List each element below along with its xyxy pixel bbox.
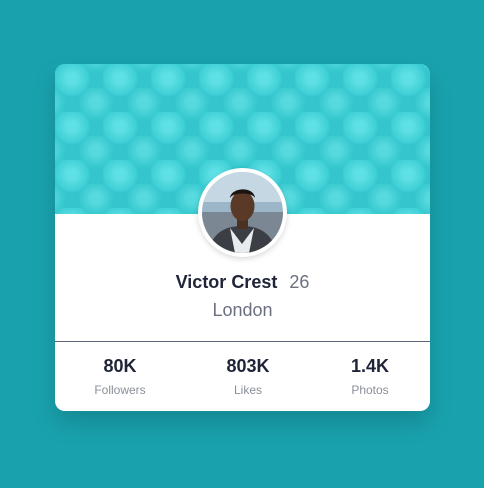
avatar-photo [202,172,283,253]
profile-age: 26 [289,272,310,292]
avatar [198,168,287,257]
profile-name: Victor Crest [175,272,278,292]
stat-photos: 1.4K Photos [315,354,425,398]
profile-identity: Victor Crest 26 London [55,270,430,322]
profile-city: London [212,300,273,320]
stat-value: 80K [103,356,137,376]
stat-likes: 803K Likes [193,354,303,398]
stats-row: 80K Followers 803K Likes 1.4K Photos [55,354,430,404]
name-line: Victor Crest 26 [55,270,430,294]
stat-label: Likes [233,383,262,397]
divider [55,341,430,342]
stat-value: 1.4K [350,356,390,376]
stat-label: Photos [351,383,389,397]
profile-card: Victor Crest 26 London 80K Followers 803K… [55,64,430,411]
stat-label: Followers [94,383,146,397]
stat-followers: 80K Followers [65,354,175,398]
stat-value: 803K [226,356,270,376]
